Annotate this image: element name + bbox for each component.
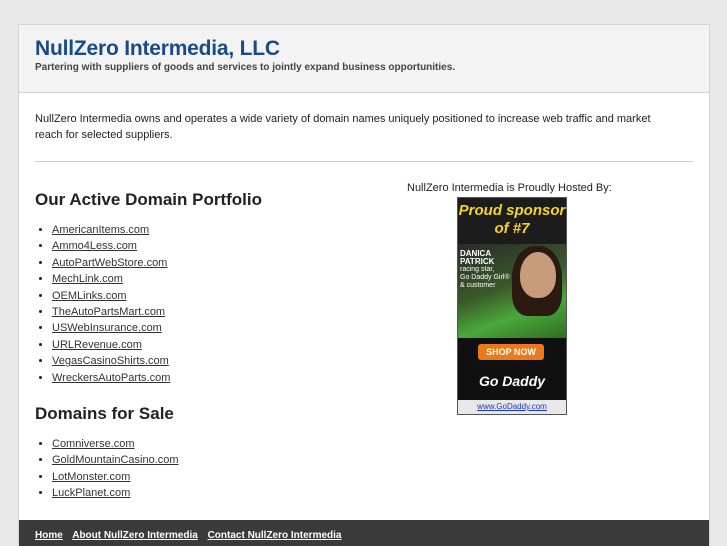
portfolio-link-mechlink[interactable]: MechLink.com — [52, 273, 123, 285]
for-sale-link-luckplanet[interactable]: LuckPlanet.com — [52, 487, 130, 499]
portfolio-link-wreckersautoparts[interactable]: WreckersAutoParts.com — [52, 372, 170, 384]
intro-paragraph: NullZero Intermedia owns and operates a … — [35, 113, 651, 141]
ad-caption-line-3: & customer — [460, 282, 496, 289]
site-title[interactable]: NullZero Intermedia, LLC — [35, 37, 709, 61]
for-sale-link-comniverse[interactable]: Comniverse.com — [52, 438, 135, 450]
site-tagline: Partering with suppliers of goods and se… — [35, 62, 456, 73]
list-item: Comniverse.com — [52, 436, 365, 452]
list-item: AmericanItems.com — [52, 222, 365, 238]
site-footer: Home About NullZero Intermedia Contact N… — [19, 520, 709, 546]
ad-photo: DANICA PATRICK racing star, Go Daddy Gir… — [458, 244, 566, 338]
portfolio-link-americanitems[interactable]: AmericanItems.com — [52, 224, 149, 236]
site-header: NullZero Intermedia, LLC Partering with … — [19, 25, 709, 93]
portfolio-link-uswebinsurance[interactable]: USWebInsurance.com — [52, 322, 162, 334]
ad-shop-now-button[interactable]: SHOP NOW — [478, 344, 544, 360]
list-item: GoldMountainCasino.com — [52, 452, 365, 468]
ad-portrait-face — [520, 252, 556, 298]
ad-caption-line-2: Go Daddy Girl® — [460, 274, 510, 281]
godaddy-logo: Go Daddy — [478, 373, 546, 389]
list-item: TheAutoPartsMart.com — [52, 304, 365, 320]
ad-caption-name: DANICA PATRICK — [460, 249, 495, 266]
list-item: Ammo4Less.com — [52, 238, 365, 254]
footer-link-contact[interactable]: Contact NullZero Intermedia — [208, 530, 342, 541]
list-item: USWebInsurance.com — [52, 320, 365, 336]
portfolio-link-oemlinks[interactable]: OEMLinks.com — [52, 290, 127, 302]
portfolio-link-autopartwebstore[interactable]: AutoPartWebStore.com — [52, 257, 167, 269]
footer-link-about[interactable]: About NullZero Intermedia — [72, 530, 198, 541]
portfolio-link-ammo4less[interactable]: Ammo4Less.com — [52, 240, 137, 252]
ad-headline: Proud sponsor of #7 — [458, 198, 566, 244]
portfolio-list: AmericanItems.com Ammo4Less.com AutoPart… — [35, 222, 365, 386]
ad-caption: DANICA PATRICK racing star, Go Daddy Gir… — [460, 250, 520, 290]
page-container: NullZero Intermedia, LLC Partering with … — [18, 24, 710, 546]
footer-link-home[interactable]: Home — [35, 530, 63, 541]
portfolio-link-theautopartsmart[interactable]: TheAutoPartsMart.com — [52, 306, 165, 318]
portfolio-link-vegascasinoshirts[interactable]: VegasCasinoShirts.com — [52, 355, 169, 367]
list-item: VegasCasinoShirts.com — [52, 353, 365, 369]
portfolio-heading: Our Active Domain Portfolio — [35, 190, 263, 209]
list-item: LotMonster.com — [52, 469, 365, 485]
ad-caption-line-1: racing star, — [460, 266, 495, 273]
domain-lists: Our Active Domain Portfolio AmericanItem… — [35, 190, 365, 502]
content-divider — [35, 161, 693, 162]
for-sale-list: Comniverse.com GoldMountainCasino.com Lo… — [35, 436, 365, 502]
list-item: LuckPlanet.com — [52, 485, 365, 501]
portfolio-link-urlrevenue[interactable]: URLRevenue.com — [52, 339, 142, 351]
ad-headline-line-2: of #7 — [494, 220, 530, 237]
hosted-by-label: NullZero Intermedia is Proudly Hosted By… — [407, 182, 612, 194]
for-sale-link-lotmonster[interactable]: LotMonster.com — [52, 471, 130, 483]
ad-url-link[interactable]: www.GoDaddy.com — [458, 400, 566, 414]
list-item: MechLink.com — [52, 271, 365, 287]
godaddy-banner-ad[interactable]: Proud sponsor of #7 DANICA PATRICK racin… — [457, 197, 567, 415]
list-item: URLRevenue.com — [52, 337, 365, 353]
hosting-section: NullZero Intermedia is Proudly Hosted By… — [391, 181, 631, 415]
for-sale-heading: Domains for Sale — [35, 404, 174, 424]
list-item: WreckersAutoParts.com — [52, 370, 365, 386]
ad-headline-line-1: Proud sponsor — [458, 202, 566, 219]
for-sale-link-goldmountaincasino[interactable]: GoldMountainCasino.com — [52, 454, 179, 466]
list-item: OEMLinks.com — [52, 288, 365, 304]
list-item: AutoPartWebStore.com — [52, 255, 365, 271]
